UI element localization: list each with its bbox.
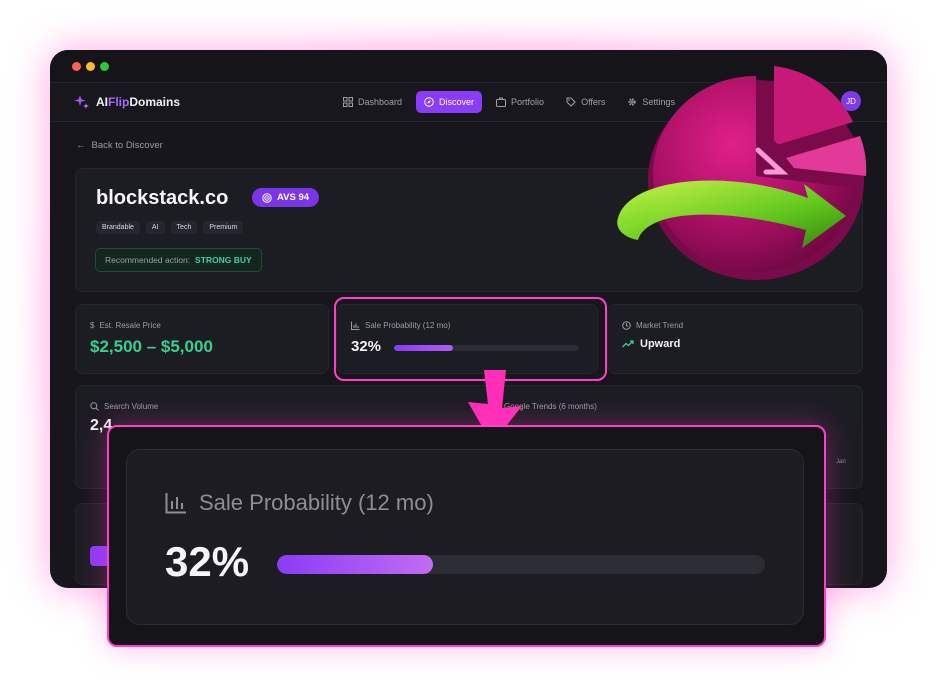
brand[interactable]: AIFlipDomains: [74, 94, 180, 110]
maximize-window-dot[interactable]: [100, 62, 109, 71]
resale-price-card: $ Est. Resale Price $2,500 – $5,000: [75, 304, 329, 374]
nav-portfolio-label: Portfolio: [511, 97, 545, 107]
brand-name: AIFlipDomains: [96, 95, 181, 109]
zoomed-probability-panel: Sale Probability (12 mo) 32%: [107, 425, 826, 647]
nav-offers-label: Offers: [581, 97, 606, 107]
avs-score-label: AVS 94: [277, 192, 310, 203]
search-volume-label: Search Volume: [90, 402, 158, 411]
back-to-discover-link[interactable]: ← Back to Discover: [76, 140, 163, 151]
zoomed-probability-value: 32%: [165, 538, 250, 585]
nav-dashboard[interactable]: Dashboard: [335, 91, 410, 113]
market-trend-value: Upward: [622, 338, 680, 350]
resale-price-label: $ Est. Resale Price: [90, 321, 161, 330]
domain-name: blockstack.co: [96, 187, 229, 209]
recommended-action: Recommended action: STRONG BUY: [95, 248, 262, 272]
nav-discover-label: Discover: [439, 97, 475, 107]
tag-ai: AI: [145, 221, 165, 234]
market-trend-card: Market Trend Upward: [607, 304, 863, 374]
compass-icon: [424, 97, 434, 107]
sparkle-logo-icon: [74, 95, 89, 109]
briefcase-icon: [496, 97, 507, 107]
tag-brandable: Brandable: [96, 221, 140, 234]
domain-tags: Brandable AI Tech Premium: [96, 221, 244, 234]
close-window-dot[interactable]: [72, 62, 81, 71]
grid-icon: [343, 97, 353, 107]
clock-icon: [622, 321, 631, 330]
search-icon: [90, 402, 99, 411]
dollar-icon: $: [90, 321, 95, 330]
nav-offers[interactable]: Offers: [558, 91, 613, 113]
zoomed-probability-fill: [277, 555, 434, 574]
recommended-action-value: STRONG BUY: [195, 255, 252, 265]
tag-premium: Premium: [203, 221, 244, 234]
avs-score-badge: AVS 94: [252, 188, 320, 207]
resale-price-value: $2,500 – $5,000: [90, 337, 213, 356]
zoomed-probability-bar: [277, 555, 765, 574]
bar-chart-icon: [165, 493, 186, 514]
trends-axis-tick: Jan: [836, 459, 846, 465]
zoomed-probability-card: Sale Probability (12 mo) 32%: [126, 449, 804, 625]
tag-icon: [566, 97, 576, 107]
nav-dashboard-label: Dashboard: [358, 97, 403, 107]
arrow-left-icon: ←: [76, 140, 86, 151]
pie-chart-arrow-illustration: [617, 66, 867, 280]
zoomed-probability-label: Sale Probability (12 mo): [165, 490, 434, 516]
target-icon: [262, 192, 272, 203]
nav-portfolio[interactable]: Portfolio: [488, 91, 552, 113]
trending-up-icon: [622, 340, 634, 348]
minimize-window-dot[interactable]: [86, 62, 95, 71]
nav-discover[interactable]: Discover: [416, 91, 483, 113]
tag-tech: Tech: [170, 221, 198, 234]
recommended-action-label: Recommended action:: [105, 255, 191, 265]
back-link-label: Back to Discover: [91, 140, 163, 151]
market-trend-label: Market Trend: [622, 321, 683, 330]
